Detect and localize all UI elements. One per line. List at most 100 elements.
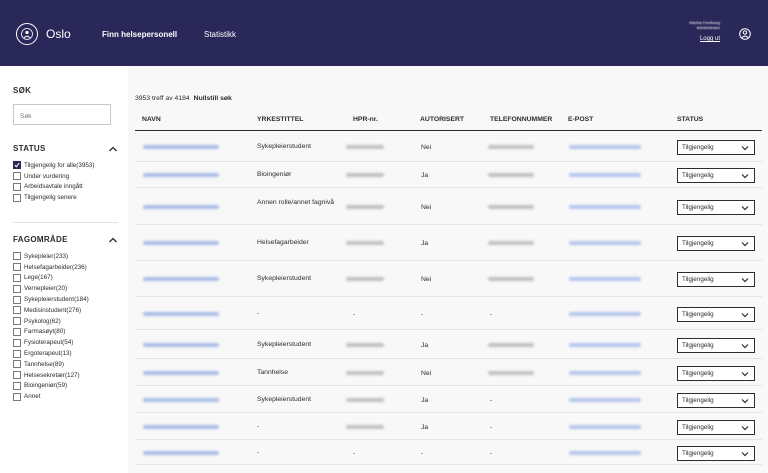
filter-checkbox-item[interactable]: Lege (167) — [13, 273, 89, 284]
filter-checkbox-item[interactable]: Helsefagarbeider (236) — [13, 262, 89, 273]
person-name-link-redacted[interactable] — [143, 241, 219, 245]
table-row[interactable]: Sykepleierstudent Nei Tilgjengelig — [135, 131, 762, 162]
checkbox[interactable] — [13, 172, 21, 181]
person-name-link-redacted[interactable] — [143, 451, 219, 455]
person-name-link-redacted[interactable] — [143, 398, 219, 402]
filter-checkbox-item[interactable]: Vernepleier (20) — [13, 283, 89, 294]
person-name-link-redacted[interactable] — [143, 312, 219, 316]
chevron-down-icon — [741, 399, 749, 404]
status-dropdown[interactable]: Tilgjengelig — [677, 140, 755, 155]
checkbox[interactable] — [13, 349, 21, 358]
filter-checkbox-item[interactable]: Arbeidsavtale inngått — [13, 182, 94, 193]
checkbox[interactable] — [13, 252, 21, 261]
email-link-redacted[interactable] — [569, 343, 641, 347]
table-row[interactable]: Sykepleierstudent Ja - Tilgjengelig — [135, 386, 762, 413]
person-name-link-redacted[interactable] — [143, 371, 219, 375]
email-link-redacted[interactable] — [569, 398, 641, 402]
checkbox-checked[interactable] — [13, 161, 21, 170]
checkbox[interactable] — [13, 306, 21, 315]
column-header-autorisert[interactable]: AUTORISERT — [420, 116, 464, 123]
person-name-link-redacted[interactable] — [143, 277, 219, 281]
user-avatar-icon[interactable] — [739, 28, 751, 40]
cell-autorisert: Nei — [421, 276, 432, 283]
column-header-yrkestittel[interactable]: YRKESTITTEL — [257, 116, 303, 123]
filter-checkbox-item[interactable]: Fysioterapeut (54) — [13, 337, 89, 348]
status-dropdown[interactable]: Tilgjengelig — [677, 338, 755, 353]
checkbox[interactable] — [13, 295, 21, 304]
person-name-link-redacted[interactable] — [143, 205, 219, 209]
email-link-redacted[interactable] — [569, 205, 641, 209]
filter-checkbox-item[interactable]: Tilgjengelig senere — [13, 192, 94, 203]
checkbox[interactable] — [13, 182, 21, 191]
checkbox[interactable] — [13, 317, 21, 326]
search-input[interactable] — [14, 107, 110, 126]
column-header-epost[interactable]: E-POST — [568, 116, 593, 123]
filter-checkbox-item[interactable]: Bioingeniør (59) — [13, 381, 89, 392]
checkbox[interactable] — [13, 284, 21, 293]
email-link-redacted[interactable] — [569, 241, 641, 245]
logout-link[interactable]: Logg ut — [700, 36, 720, 42]
filter-checkbox-item[interactable]: Under vurdering — [13, 171, 94, 182]
status-dropdown[interactable]: Tilgjengelig — [677, 307, 755, 322]
status-dropdown[interactable]: Tilgjengelig — [677, 366, 755, 381]
table-row[interactable]: Bioingeniør Ja Tilgjengelig — [135, 162, 762, 188]
status-dropdown[interactable]: Tilgjengelig — [677, 236, 755, 251]
person-name-link-redacted[interactable] — [143, 173, 219, 177]
checkbox[interactable] — [13, 381, 21, 390]
filter-checkbox-item[interactable]: Tannhelse (89) — [13, 359, 89, 370]
filter-checkbox-item[interactable]: Sykepleier (233) — [13, 251, 89, 262]
email-link-redacted[interactable] — [569, 451, 641, 455]
email-link-redacted[interactable] — [569, 425, 641, 429]
checkbox[interactable] — [13, 392, 21, 401]
nav-finn-helsepersonell[interactable]: Finn helsepersonell — [102, 30, 177, 39]
status-dropdown[interactable]: Tilgjengelig — [677, 200, 755, 215]
checkbox[interactable] — [13, 360, 21, 369]
checkbox[interactable] — [13, 327, 21, 336]
filter-checkbox-item[interactable]: Farmasøyt (80) — [13, 327, 89, 338]
column-header-status[interactable]: STATUS — [677, 116, 703, 123]
column-header-telefonnummer[interactable]: TELEFONNUMMER — [490, 116, 552, 123]
column-header-hpr[interactable]: HPR-nr. — [353, 116, 378, 123]
email-link-redacted[interactable] — [569, 277, 641, 281]
email-link-redacted[interactable] — [569, 371, 641, 375]
filter-checkbox-item[interactable]: Sykepleierstudent (184) — [13, 294, 89, 305]
table-row[interactable]: Sykepleierstudent Nei Tilgjengelig — [135, 261, 762, 297]
table-row[interactable]: - - - - Tilgjengelig — [135, 440, 762, 465]
column-header-navn[interactable]: NAVN — [142, 116, 161, 123]
status-dropdown[interactable]: Tilgjengelig — [677, 420, 755, 435]
checkbox[interactable] — [13, 193, 21, 202]
table-row[interactable]: Sykepleierstudent Ja Tilgjengelig — [135, 330, 762, 359]
filter-checkbox-item[interactable]: Ergoterapeut (13) — [13, 348, 89, 359]
filter-checkbox-item[interactable]: Psykolog (62) — [13, 316, 89, 327]
person-name-link-redacted[interactable] — [143, 145, 219, 149]
status-dropdown[interactable]: Tilgjengelig — [677, 168, 755, 183]
filter-checkbox-item[interactable]: Tilgjengelig for alle (3953) — [13, 160, 94, 171]
person-name-link-redacted[interactable] — [143, 343, 219, 347]
table-row[interactable]: Helsefagarbeider Ja Tilgjengelig — [135, 225, 762, 261]
reset-search-button[interactable]: Nullstill søk — [194, 95, 232, 102]
filter-checkbox-item[interactable]: Medisinstudent (276) — [13, 305, 89, 316]
search-field[interactable] — [13, 104, 111, 126]
table-row[interactable]: - - - - Tilgjengelig — [135, 297, 762, 330]
email-link-redacted[interactable] — [569, 173, 641, 177]
table-row[interactable]: Annen rolle/annet fagnivå Nei Tilgjengelig — [135, 188, 762, 225]
checkbox[interactable] — [13, 338, 21, 347]
table-row[interactable]: Tannhelse Nei Tilgjengelig — [135, 359, 762, 386]
person-name-link-redacted[interactable] — [143, 425, 219, 429]
status-dropdown[interactable]: Tilgjengelig — [677, 446, 755, 461]
nav-statistikk[interactable]: Statistikk — [204, 30, 236, 39]
filter-checkbox-item[interactable]: Annet — [13, 391, 89, 402]
chevron-up-icon[interactable] — [108, 145, 118, 153]
filter-checkbox-item[interactable]: Helsesekretær (127) — [13, 370, 89, 381]
chevron-up-icon[interactable] — [108, 236, 118, 244]
checkbox[interactable] — [13, 371, 21, 380]
email-link-redacted[interactable] — [569, 312, 641, 316]
email-link-redacted[interactable] — [569, 145, 641, 149]
checkbox-count: (127) — [64, 371, 80, 379]
checkbox[interactable] — [13, 273, 21, 282]
status-dropdown[interactable]: Tilgjengelig — [677, 272, 755, 287]
oslo-logo[interactable]: Oslo — [16, 23, 71, 45]
table-row[interactable]: - Ja - Tilgjengelig — [135, 413, 762, 440]
checkbox[interactable] — [13, 263, 21, 272]
status-dropdown[interactable]: Tilgjengelig — [677, 393, 755, 408]
